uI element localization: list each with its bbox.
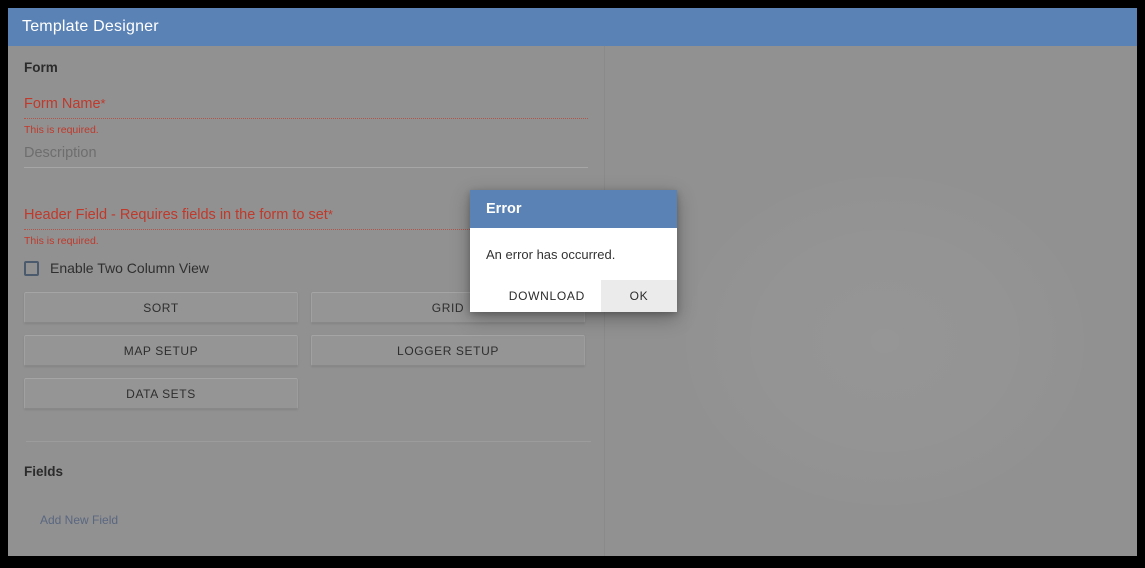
- logger-setup-button[interactable]: LOGGER SETUP: [311, 335, 585, 366]
- checkbox-unchecked-icon[interactable]: [24, 261, 39, 276]
- form-name-label-text: Form Name: [24, 96, 101, 112]
- error-dialog-message: An error has occurred.: [486, 246, 661, 264]
- required-marker: *: [101, 96, 106, 111]
- preview-background-blob: [685, 176, 1085, 506]
- form-name-label: Form Name*: [24, 95, 588, 118]
- error-dialog-title: Error: [486, 201, 521, 217]
- preview-panel: [605, 46, 1137, 556]
- window-title-bar: Template Designer: [8, 8, 1137, 46]
- section-divider: [26, 441, 591, 442]
- map-setup-button[interactable]: MAP SETUP: [24, 335, 298, 366]
- checkbox-label: Enable Two Column View: [50, 260, 209, 276]
- form-name-error: This is required.: [24, 119, 588, 137]
- form-name-field[interactable]: Form Name* This is required.: [24, 95, 588, 137]
- required-marker: *: [328, 207, 333, 222]
- error-dialog: Error An error has occurred. DOWNLOAD OK: [470, 190, 677, 312]
- template-designer-window: Template Designer Form Form Name* This i…: [8, 8, 1137, 556]
- ok-button[interactable]: OK: [601, 280, 677, 312]
- download-button[interactable]: DOWNLOAD: [493, 280, 601, 312]
- error-dialog-actions: DOWNLOAD OK: [470, 270, 677, 312]
- description-field[interactable]: Description: [24, 139, 588, 168]
- add-new-field-link[interactable]: Add New Field: [40, 513, 118, 527]
- description-underline: [24, 167, 588, 168]
- header-field-label-text: Header Field - Requires fields in the fo…: [24, 207, 328, 223]
- error-dialog-body: An error has occurred.: [470, 228, 677, 270]
- error-dialog-header: Error: [470, 190, 677, 228]
- fields-section-heading: Fields: [24, 464, 588, 479]
- data-sets-button[interactable]: DATA SETS: [24, 378, 298, 409]
- description-placeholder: Description: [24, 139, 588, 167]
- sort-button[interactable]: SORT: [24, 292, 298, 323]
- form-section-heading: Form: [24, 60, 588, 75]
- page-title: Template Designer: [22, 18, 159, 36]
